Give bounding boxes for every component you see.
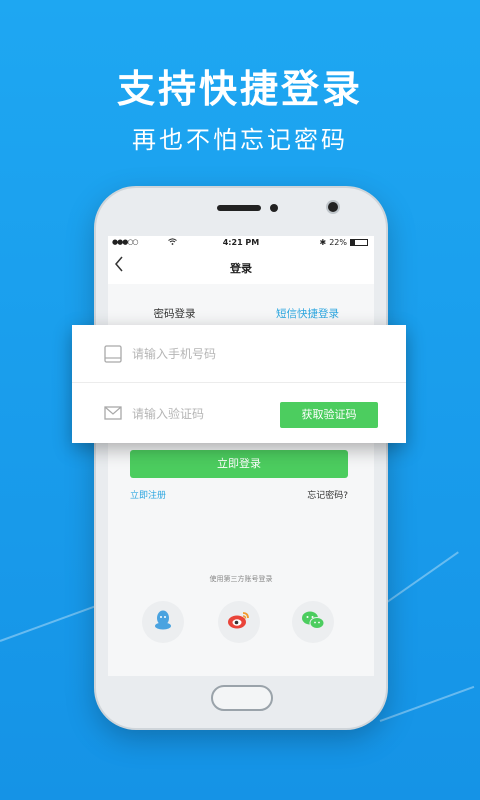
login-tabs: 密码登录 短信快捷登录	[108, 294, 374, 327]
third-party-label: 使用第三方账号登录	[209, 575, 273, 583]
status-right: ✱ 22%	[320, 238, 368, 247]
qq-login-button[interactable]	[142, 601, 184, 643]
phone-mockup: ●●●○○ 4:21 PM ✱ 22% 登录 密码登录 短信快捷登录 立即登录 …	[96, 188, 386, 728]
status-bar: ●●●○○ 4:21 PM ✱ 22%	[108, 236, 374, 250]
page-title: 登录	[230, 262, 252, 275]
login-button[interactable]: 立即登录	[130, 450, 348, 478]
bluetooth-icon: ✱	[319, 238, 327, 247]
hero-subtitle: 再也不怕忘记密码	[132, 126, 348, 154]
phone-screen: ●●●○○ 4:21 PM ✱ 22% 登录 密码登录 短信快捷登录 立即登录 …	[108, 236, 374, 676]
wechat-icon	[301, 610, 325, 634]
phone-speaker	[217, 205, 261, 211]
battery-percent: 22%	[329, 238, 347, 247]
get-code-button[interactable]: 获取验证码	[280, 402, 378, 428]
register-link[interactable]: 立即注册	[130, 488, 166, 501]
weibo-icon	[227, 610, 251, 634]
weibo-login-button[interactable]	[218, 601, 260, 643]
forgot-password-link[interactable]: 忘记密码?	[307, 488, 348, 501]
mail-icon	[104, 405, 122, 424]
battery-icon	[350, 239, 368, 246]
tab-password-login[interactable]: 密码登录	[108, 294, 241, 324]
phone-field-row	[72, 325, 406, 383]
phone-icon	[104, 345, 122, 367]
background-streak	[379, 685, 475, 722]
code-field-row: 获取验证码	[72, 385, 406, 443]
tab-sms-login[interactable]: 短信快捷登录	[241, 294, 374, 327]
nav-bar: 登录	[108, 250, 374, 284]
code-input[interactable]	[132, 403, 302, 425]
phone-input[interactable]	[132, 343, 302, 365]
phone-sensor	[270, 204, 278, 212]
hero-title: 支持快捷登录	[116, 67, 363, 111]
phone-camera-icon	[328, 202, 338, 212]
wechat-login-button[interactable]	[292, 601, 334, 643]
qq-icon	[153, 609, 173, 635]
phone-home-button	[211, 685, 273, 711]
sms-login-form-card: 获取验证码	[72, 325, 406, 443]
